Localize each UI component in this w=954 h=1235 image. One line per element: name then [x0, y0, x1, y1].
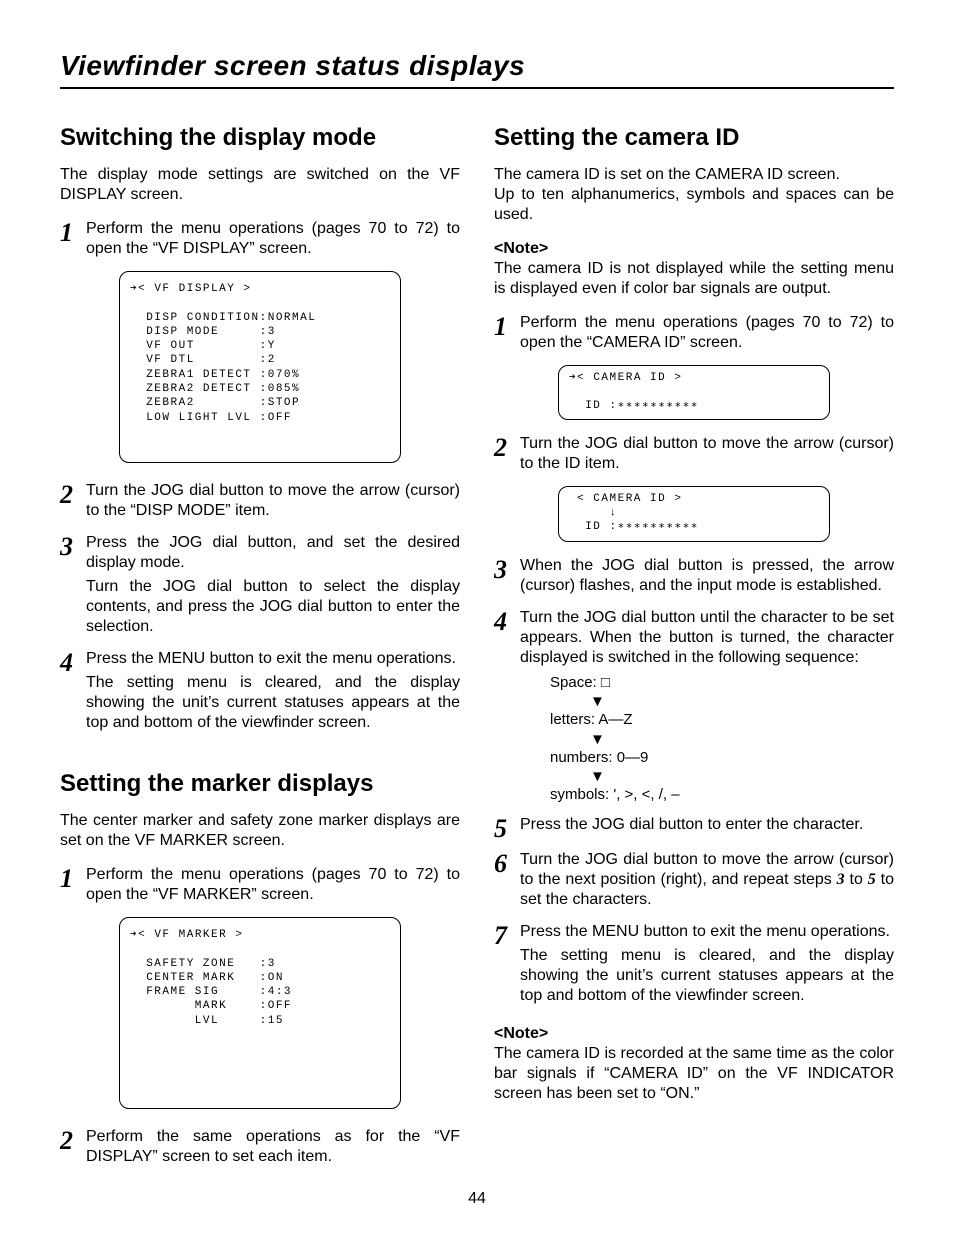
step-1-switching: 1 Perform the menu operations (pages 70 …	[60, 219, 460, 263]
right-column: Setting the camera ID The camera ID is s…	[494, 113, 894, 1179]
arrow-down-icon: ▼	[590, 694, 894, 709]
section-heading-marker: Setting the marker displays	[60, 769, 460, 799]
camera-id-screen-1: ➔< CAMERA ID > ID :∗∗∗∗∗∗∗∗∗∗	[558, 365, 830, 420]
step-text: Turn the JOG dial button to move the arr…	[86, 481, 460, 525]
step-text: Perform the menu operations (pages 70 to…	[86, 219, 460, 263]
step-text: When the JOG dial button is pressed, the…	[520, 556, 894, 600]
step-text: Turn the JOG dial button to move the arr…	[520, 434, 894, 478]
step-number: 2	[494, 434, 520, 478]
step-1-marker: 1 Perform the menu operations (pages 70 …	[60, 865, 460, 909]
step-number: 1	[60, 219, 86, 263]
arrow-down-icon: ▼	[590, 769, 894, 784]
page-number: 44	[60, 1189, 894, 1209]
step-text: Perform the menu operations (pages 70 to…	[86, 865, 460, 909]
step-number: 7	[494, 922, 520, 1010]
note-label: <Note>	[494, 240, 548, 257]
step-number: 6	[494, 850, 520, 914]
step-text: Turn the JOG dial button to move the arr…	[520, 850, 894, 914]
step-2-marker: 2 Perform the same operations as for the…	[60, 1127, 460, 1171]
step-text: Press the MENU button to exit the menu o…	[520, 922, 894, 1010]
seq-numbers: numbers: 0—9	[550, 749, 648, 766]
step-text: Press the JOG dial button, and set the d…	[86, 533, 460, 641]
step-3-switching: 3 Press the JOG dial button, and set the…	[60, 533, 460, 641]
page-title: Viewfinder screen status displays	[60, 48, 894, 83]
character-sequence: Space: □ ▼ letters: A—Z ▼ numbers: 0—9 ▼…	[550, 672, 894, 807]
vf-display-screen: ➔< VF DISPLAY > DISP CONDITION:NORMAL DI…	[119, 271, 401, 463]
vf-marker-screen: ➔< VF MARKER > SAFETY ZONE :3 CENTER MAR…	[119, 917, 401, 1109]
step-text: Press the MENU button to exit the menu o…	[86, 649, 460, 737]
step-number: 2	[60, 481, 86, 525]
intro-camera-id: The camera ID is set on the CAMERA ID sc…	[494, 165, 894, 225]
step-2-camid: 2 Turn the JOG dial button to move the a…	[494, 434, 894, 478]
note-2: <Note> The camera ID is recorded at the …	[494, 1024, 894, 1104]
note-label: <Note>	[494, 1025, 548, 1042]
step-text: Press the JOG dial button to enter the c…	[520, 815, 894, 842]
step-3-camid: 3 When the JOG dial button is pressed, t…	[494, 556, 894, 600]
two-column-layout: Switching the display mode The display m…	[60, 113, 894, 1179]
note-body: The camera ID is recorded at the same ti…	[494, 1045, 894, 1102]
seq-symbols: symbols: ', >, <, /, –	[550, 786, 680, 803]
step-number: 5	[494, 815, 520, 842]
section-heading-camera-id: Setting the camera ID	[494, 123, 894, 153]
seq-space: Space: □	[550, 674, 610, 691]
step-4-camid: 4 Turn the JOG dial button until the cha…	[494, 608, 894, 807]
note-1: <Note> The camera ID is not displayed wh…	[494, 239, 894, 299]
step-6-camid: 6 Turn the JOG dial button to move the a…	[494, 850, 894, 914]
step-number: 4	[494, 608, 520, 807]
step-5-camid: 5 Press the JOG dial button to enter the…	[494, 815, 894, 842]
step-text: Turn the JOG dial button until the chara…	[520, 608, 894, 807]
step-number: 1	[60, 865, 86, 909]
step-number: 2	[60, 1127, 86, 1171]
section-heading-switching: Switching the display mode	[60, 123, 460, 153]
step-number: 1	[494, 313, 520, 357]
step-number: 3	[60, 533, 86, 641]
intro-switching: The display mode settings are switched o…	[60, 165, 460, 205]
step-text: Perform the menu operations (pages 70 to…	[520, 313, 894, 357]
step-1-camid: 1 Perform the menu operations (pages 70 …	[494, 313, 894, 357]
camera-id-screen-2: < CAMERA ID > ↓ ID :∗∗∗∗∗∗∗∗∗∗	[558, 486, 830, 541]
header-bar: Viewfinder screen status displays	[60, 48, 894, 89]
step-number: 3	[494, 556, 520, 600]
note-body: The camera ID is not displayed while the…	[494, 260, 894, 297]
step-4-switching: 4 Press the MENU button to exit the menu…	[60, 649, 460, 737]
seq-letters: letters: A—Z	[550, 711, 633, 728]
step-number: 4	[60, 649, 86, 737]
arrow-down-icon: ▼	[590, 732, 894, 747]
step-7-camid: 7 Press the MENU button to exit the menu…	[494, 922, 894, 1010]
step-text: Perform the same operations as for the “…	[86, 1127, 460, 1171]
step-2-switching: 2 Turn the JOG dial button to move the a…	[60, 481, 460, 525]
intro-marker: The center marker and safety zone marker…	[60, 811, 460, 851]
left-column: Switching the display mode The display m…	[60, 113, 460, 1179]
